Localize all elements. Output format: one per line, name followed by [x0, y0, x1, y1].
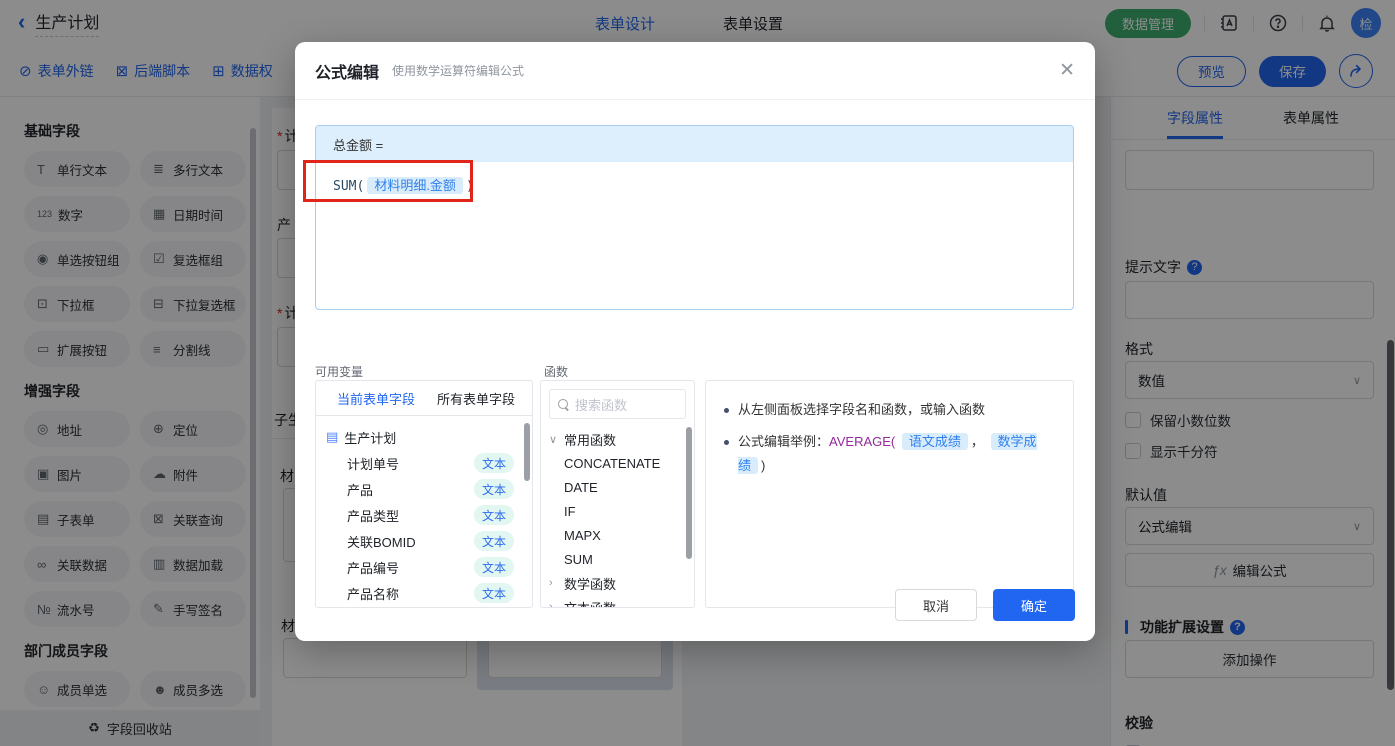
tree-root-label: 生产计划 — [344, 430, 397, 446]
hint-token-chinese-score: 语文成绩 — [901, 433, 968, 450]
type-badge: 文本 — [473, 557, 514, 577]
hint-comma: ， — [970, 434, 984, 449]
hint-example-prefix: 公式编辑举例： — [738, 434, 830, 449]
functions-tree: ∨ 常用函数 CONCATENATE DATE IF MAPX SUM › 数学函数… — [541, 427, 694, 608]
variable-row[interactable]: 产品类型 文本 — [326, 502, 522, 528]
chevron-collapsed-icon: › — [549, 577, 553, 589]
app-window: ‹ 生产计划 表单设计 表单设置 数据管理 检 ⊘ 表单外链 ⊠ 后端脚本 ⊞ … — [0, 0, 1395, 746]
search-icon — [558, 398, 569, 410]
variable-row[interactable]: 计划单号 文本 — [326, 450, 522, 476]
hint-close-paren: ) — [761, 458, 766, 473]
search-placeholder: 搜索函数 — [575, 397, 628, 413]
formula-body[interactable]: SUM(材料明细.金额) — [316, 162, 1073, 207]
cancel-button[interactable]: 取消 — [895, 589, 977, 621]
function-item[interactable]: SUM — [541, 547, 694, 571]
functions-scrollbar[interactable] — [686, 427, 692, 559]
function-item[interactable]: IF — [541, 499, 694, 523]
tab-all-form-fields[interactable]: 所有表单字段 — [425, 389, 525, 408]
function-item[interactable]: CONCATENATE — [541, 451, 694, 475]
variables-tabs: 当前表单字段 所有表单字段 — [316, 381, 532, 416]
function-group-common[interactable]: ∨ 常用函数 — [541, 427, 694, 451]
tab-current-form-fields[interactable]: 当前表单字段 — [316, 389, 425, 408]
functions-panel: 搜索函数 ∨ 常用函数 CONCATENATE DATE IF MAPX SUM … — [540, 380, 695, 608]
bullet-dot — [724, 408, 729, 413]
formula-editor[interactable]: 总金额 = SUM(材料明细.金额) — [315, 125, 1074, 310]
variables-section-label: 可用变量 — [315, 365, 364, 379]
type-badge: 文本 — [473, 505, 514, 525]
formula-target-bar: 总金额 = — [316, 126, 1073, 162]
hint-example-function: AVERAGE( — [829, 434, 896, 449]
type-badge: 文本 — [473, 531, 514, 551]
function-group-math[interactable]: › 数学函数 — [541, 571, 694, 595]
modal-title: 公式编辑 — [315, 64, 380, 82]
bullet-dot — [724, 440, 729, 445]
hints-panel: 从左侧面板选择字段名和函数，或输入函数 公式编辑举例：AVERAGE( 语文成绩… — [705, 380, 1074, 608]
functions-section-label: 函数 — [544, 365, 569, 379]
function-search-box[interactable]: 搜索函数 — [549, 389, 686, 419]
modal-footer: 取消 确定 — [895, 589, 1075, 621]
type-badge: 文本 — [473, 479, 514, 499]
document-icon: ▤ — [326, 429, 339, 444]
chevron-expanded-icon: ∨ — [549, 433, 558, 446]
variables-scrollbar[interactable] — [524, 423, 530, 481]
tree-root-node[interactable]: ▤ 生产计划 — [326, 424, 522, 450]
function-item[interactable]: MAPX — [541, 523, 694, 547]
variable-row[interactable]: 关联BOMID 文本 — [326, 528, 522, 554]
modal-header: 公式编辑 使用数学运算符编辑公式 ✕ — [295, 42, 1095, 100]
formula-field-token[interactable]: 材料明细.金额 — [367, 177, 463, 194]
modal-subtitle: 使用数学运算符编辑公式 — [392, 64, 525, 78]
confirm-button[interactable]: 确定 — [993, 589, 1075, 621]
formula-target-label: 总金额 = — [333, 137, 384, 153]
hint-line-2: 公式编辑举例：AVERAGE( 语文成绩， 数学成绩) — [724, 430, 1055, 478]
formula-edit-modal: 公式编辑 使用数学运算符编辑公式 ✕ 总金额 = SUM(材料明细.金额) 可用… — [295, 42, 1095, 641]
chevron-collapsed-icon: › — [549, 601, 553, 608]
formula-close-paren: ) — [465, 179, 474, 194]
formula-function: SUM( — [333, 179, 365, 194]
variables-tree: ▤ 生产计划 计划单号 文本 产品 文本 产品类型 文本 关联BOMID 文本 产品编号… — [316, 416, 532, 606]
variable-row[interactable]: 产品 文本 — [326, 476, 522, 502]
function-group-text[interactable]: › 文本函数 — [541, 595, 694, 608]
hint-line-1: 从左侧面板选择字段名和函数，或输入函数 — [724, 398, 1055, 422]
close-icon[interactable]: ✕ — [1059, 61, 1075, 80]
variables-panel: 当前表单字段 所有表单字段 ▤ 生产计划 计划单号 文本 产品 文本 产品类型 文本 … — [315, 380, 533, 608]
type-badge: 文本 — [473, 583, 514, 603]
function-item[interactable]: DATE — [541, 475, 694, 499]
variable-row[interactable]: 产品名称 文本 — [326, 580, 522, 606]
variable-row[interactable]: 产品编号 文本 — [326, 554, 522, 580]
type-badge: 文本 — [473, 453, 514, 473]
